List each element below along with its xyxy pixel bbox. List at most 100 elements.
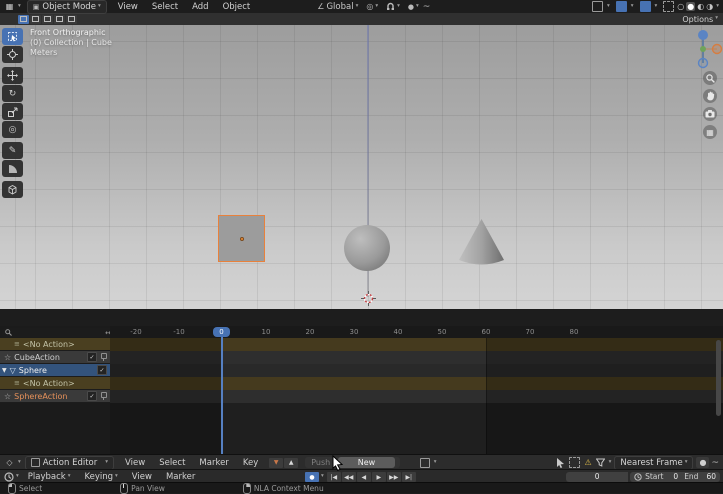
proportional-editing-icon[interactable]: ● xyxy=(696,457,709,468)
select-mode-invert-icon[interactable] xyxy=(54,15,65,24)
shading-rendered-icon[interactable]: ◑ xyxy=(706,2,713,11)
ae-menu-marker[interactable]: Marker xyxy=(192,457,235,469)
playhead-badge[interactable]: 0 xyxy=(213,327,230,337)
star-icon[interactable]: ☆ xyxy=(4,353,11,362)
tl-menu-marker[interactable]: Marker xyxy=(159,471,202,483)
tool-cursor[interactable] xyxy=(2,46,23,63)
show-overlays-dropdown[interactable]: ▾ xyxy=(638,1,658,12)
editor-type-3d-icon[interactable]: ▦ xyxy=(3,1,16,12)
select-mode-subtract-icon[interactable] xyxy=(42,15,53,24)
playhead-line[interactable] xyxy=(221,334,223,454)
cursor-3d-icon[interactable] xyxy=(361,291,376,306)
xray-toggle-icon[interactable] xyxy=(663,1,674,12)
object-sphere[interactable] xyxy=(344,225,390,271)
start-field[interactable]: 0 xyxy=(673,472,678,481)
falloff-icon[interactable]: ~ xyxy=(711,458,719,468)
play-reverse-button[interactable]: ◀ xyxy=(357,472,371,482)
tool-select-box[interactable] xyxy=(2,28,23,45)
channel-row-noaction-sphere[interactable]: ≡ <No Action> xyxy=(0,377,110,390)
channel-row-sphere[interactable]: ▼ ▽ Sphere ✓ xyxy=(0,364,110,377)
menu-object[interactable]: Object xyxy=(216,1,258,13)
gizmo-z-neg-axis[interactable] xyxy=(699,59,708,68)
tool-annotate[interactable]: ✎ xyxy=(2,142,23,159)
jump-to-start-button[interactable]: |◀ xyxy=(327,472,341,482)
shading-caret-icon[interactable]: ▾ xyxy=(716,4,719,10)
track-enable-checkbox[interactable]: ✓ xyxy=(87,391,97,401)
next-keyframe-button[interactable]: ▶▶ xyxy=(387,472,401,482)
menu-view[interactable]: View xyxy=(111,1,145,13)
ae-menu-key[interactable]: Key xyxy=(236,457,265,469)
track-enable-checkbox[interactable]: ✓ xyxy=(87,352,97,362)
prev-keyframe-button[interactable]: ◀◀ xyxy=(342,472,356,482)
editor-type-dopesheet-icon[interactable]: ◇ xyxy=(3,457,16,468)
tweak-cursor-icon[interactable] xyxy=(556,458,565,468)
select-mode-extend-icon[interactable] xyxy=(30,15,41,24)
shading-material-icon[interactable]: ◐ xyxy=(697,2,704,11)
pin-icon[interactable] xyxy=(100,353,107,361)
shading-solid-icon[interactable]: ● xyxy=(686,2,695,11)
track-enable-checkbox[interactable]: ✓ xyxy=(97,365,107,375)
channel-row-cubeaction[interactable]: ☆ CubeAction ✓ xyxy=(0,351,110,364)
auto-keying-toggle[interactable]: ● xyxy=(305,472,319,482)
viewport-3d[interactable]: Front Orthographic (0) Collection | Cube… xyxy=(0,25,723,309)
pan-button[interactable] xyxy=(703,89,717,103)
pivot-point-dropdown[interactable]: ◎ ▾ xyxy=(366,2,378,11)
tl-menu-view[interactable]: View xyxy=(125,471,159,483)
play-button[interactable]: ▶ xyxy=(372,472,386,482)
show-visibility-dropdown[interactable]: ▾ xyxy=(590,1,610,12)
tool-transform[interactable]: ◎ xyxy=(2,121,23,138)
move-channel-down-button[interactable]: ▼ xyxy=(269,458,283,468)
object-mode-dropdown[interactable]: ▣ Object Mode ▾ xyxy=(27,0,107,14)
shading-wireframe-icon[interactable]: ○ xyxy=(677,2,684,11)
warning-icon[interactable]: ⚠ xyxy=(584,458,591,467)
transform-orientation-dropdown[interactable]: ∠ Global ▾ xyxy=(317,2,358,12)
menu-add[interactable]: Add xyxy=(185,1,215,13)
zoom-button[interactable] xyxy=(703,71,717,85)
current-frame-field[interactable]: 0 xyxy=(566,472,628,482)
search-input[interactable] xyxy=(14,329,105,337)
tool-scale[interactable] xyxy=(2,103,23,120)
editor-type-caret-icon[interactable]: ▾ xyxy=(16,474,19,480)
object-cube[interactable] xyxy=(218,215,265,262)
new-action-button[interactable]: New xyxy=(338,457,395,468)
jump-to-end-button[interactable]: ▶| xyxy=(402,472,416,482)
tool-move[interactable] xyxy=(2,67,23,84)
tool-add-primitive[interactable] xyxy=(2,181,23,198)
tl-menu-keying[interactable]: Keying ▾ xyxy=(77,471,124,483)
falloff-icon[interactable]: ~ xyxy=(423,2,431,12)
action-browse-dropdown[interactable]: ▾ xyxy=(418,458,437,468)
select-mode-intersect-icon[interactable] xyxy=(66,15,77,24)
tool-rotate[interactable]: ↻ xyxy=(2,85,23,102)
channel-row-sphereaction[interactable]: ☆ SphereAction ✓ xyxy=(0,390,110,403)
star-icon[interactable]: ☆ xyxy=(4,392,11,401)
ae-menu-view[interactable]: View xyxy=(118,457,152,469)
editor-type-timeline-icon[interactable] xyxy=(4,472,14,482)
nla-ruler[interactable]: -20 -10 10 20 30 40 50 60 70 80 xyxy=(110,326,723,338)
camera-view-button[interactable] xyxy=(703,107,717,121)
gizmo-x-axis[interactable] xyxy=(713,45,722,54)
dopesheet-mode-dropdown[interactable]: Action Editor ▾ xyxy=(25,456,114,470)
auto-keying-caret-icon[interactable]: ▾ xyxy=(321,474,324,480)
tl-menu-playback[interactable]: Playback ▾ xyxy=(21,471,78,483)
ae-snap-dropdown[interactable]: Nearest Frame ▾ xyxy=(614,456,693,470)
move-channel-up-button[interactable]: ▲ xyxy=(284,458,298,468)
filter-funnel-icon[interactable] xyxy=(596,458,605,467)
editor-type-caret-icon[interactable]: ▾ xyxy=(18,460,21,466)
nla-search-box[interactable]: ↔ xyxy=(2,328,114,337)
editor-type-caret-icon[interactable]: ▾ xyxy=(18,4,21,10)
gizmo-z-axis[interactable] xyxy=(698,30,708,40)
object-cone[interactable] xyxy=(457,217,506,267)
tool-measure[interactable] xyxy=(2,160,23,177)
proportional-editing-toggle[interactable]: ● ▾ ~ xyxy=(408,2,430,12)
perspective-toggle-button[interactable]: ▦ xyxy=(703,125,717,139)
expander-icon[interactable]: ▼ xyxy=(2,367,7,374)
clock-icon[interactable] xyxy=(634,473,642,481)
end-field[interactable]: 60 xyxy=(706,472,716,481)
channel-row-noaction-cube[interactable]: ≡ <No Action> xyxy=(0,338,110,351)
options-dropdown[interactable]: Options ▾ xyxy=(682,15,718,24)
gizmo-y-axis[interactable] xyxy=(700,46,706,52)
snap-toggle[interactable]: ▾ xyxy=(386,2,400,11)
view-frame-icon[interactable] xyxy=(569,457,580,468)
pin-icon[interactable] xyxy=(100,392,107,400)
select-mode-set-icon[interactable] xyxy=(18,15,29,24)
